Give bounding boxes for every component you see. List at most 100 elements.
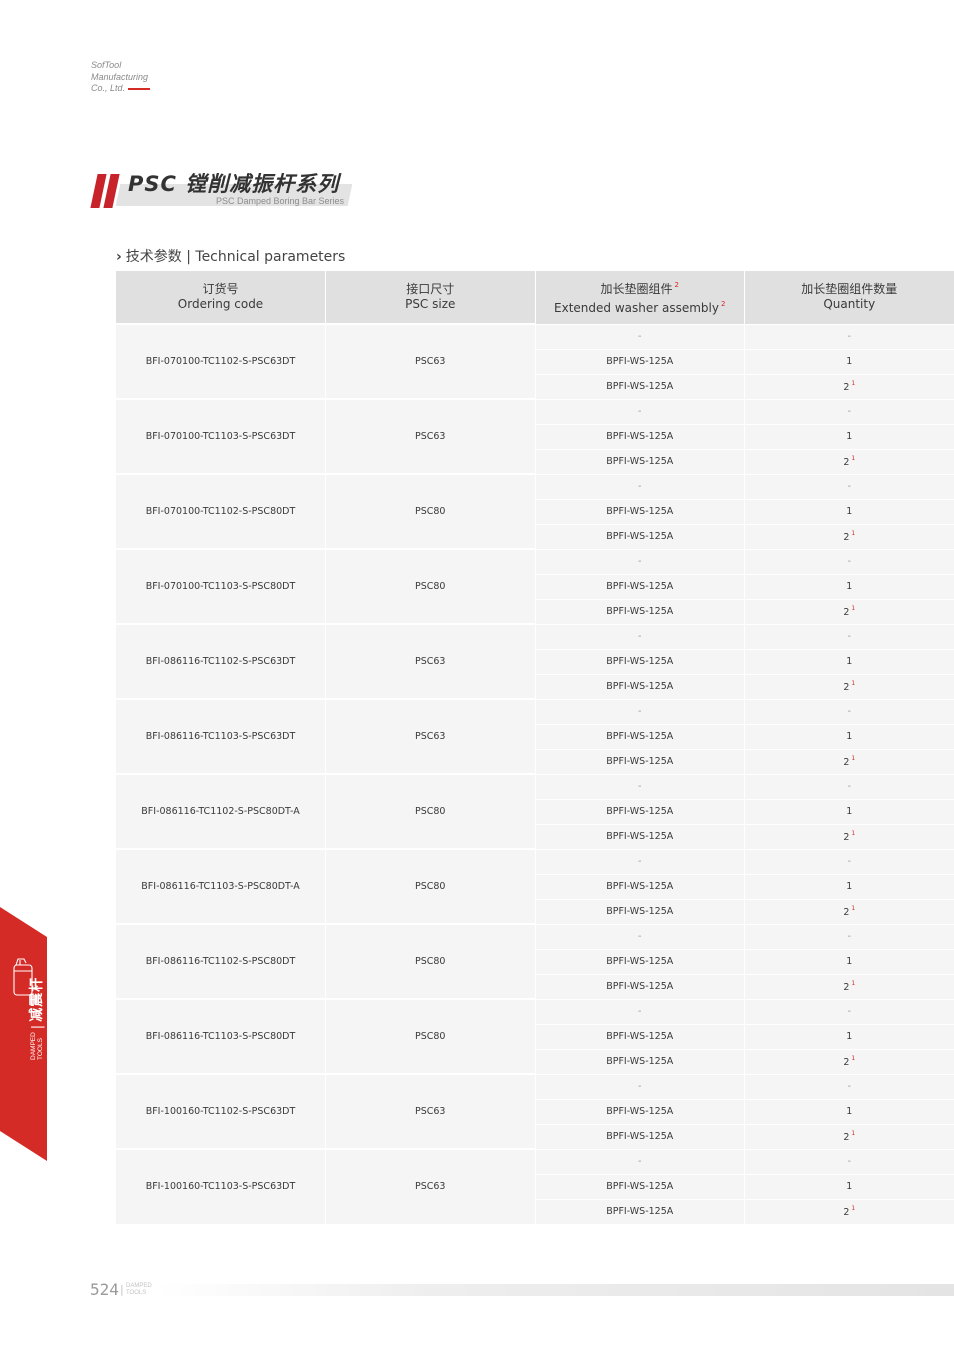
washer-assembly-cell: BPFI-WS-125A <box>535 423 745 449</box>
company-line-1: SofTool <box>91 60 122 70</box>
quantity-value: 1 <box>846 431 853 442</box>
header-cn: 订货号 <box>202 282 239 296</box>
washer-assembly-cell: - <box>535 698 745 724</box>
footer-bar <box>156 1284 954 1296</box>
washer-assembly-cell: BPFI-WS-125A <box>535 348 745 374</box>
company-accent-bar <box>128 87 151 90</box>
washer-assembly-cell: BPFI-WS-125A <box>535 898 745 924</box>
side-tab-label: DAMPED TOOLS | 减震杆 <box>26 977 46 1060</box>
quantity-value: 2 <box>843 907 850 918</box>
quantity-value: 1 <box>846 1031 853 1042</box>
quantity-cell: - <box>744 848 954 874</box>
washer-assembly-cell: BPFI-WS-125A <box>535 648 745 674</box>
quantity-value: - <box>847 931 851 942</box>
quantity-cell: 21 <box>744 1198 954 1224</box>
page-footer: 524 | DAMPED TOOLS <box>90 1280 954 1302</box>
footnote-marker: 1 <box>851 1130 856 1137</box>
quantity-cell: - <box>744 398 954 424</box>
ordering-code-cell: BFI-070100-TC1102-S-PSC63DT <box>116 323 326 399</box>
chevron-right-icon: › <box>116 249 122 265</box>
quantity-value: 1 <box>846 581 853 592</box>
psc-size-cell: PSC63 <box>325 323 536 399</box>
banner-subtitle: PSC Damped Boring Bar Series <box>215 196 344 206</box>
quantity-cell: 1 <box>744 1098 954 1124</box>
quantity-value: 2 <box>843 982 850 993</box>
header-quantity: 加长垫圈组件数量 Quantity <box>744 271 954 324</box>
psc-size-cell: PSC80 <box>325 473 536 549</box>
quantity-value: 2 <box>843 1132 850 1143</box>
quantity-value: - <box>847 781 851 792</box>
psc-size-cell: PSC80 <box>325 548 536 624</box>
quantity-cell: 21 <box>744 898 954 924</box>
header-cn: 接口尺寸 <box>406 282 455 296</box>
quantity-value: - <box>847 1006 851 1017</box>
section-title: 技术参数 | Technical parameters <box>125 249 346 265</box>
washer-assembly-cell: - <box>535 473 745 499</box>
header-extended-washer-assembly: 加长垫圈组件 2 Extended washer assembly 2 <box>535 271 745 324</box>
washer-assembly-cell: - <box>535 923 745 949</box>
quantity-value: - <box>847 631 851 642</box>
washer-assembly-cell: BPFI-WS-125A <box>535 748 745 774</box>
company-line-2: Manufacturing <box>91 71 149 82</box>
quantity-cell: - <box>744 923 954 949</box>
footnote-marker: 1 <box>851 455 856 462</box>
quantity-value: 1 <box>846 506 853 517</box>
quantity-cell: - <box>744 473 954 499</box>
quantity-value: - <box>847 706 851 717</box>
table-row: BFI-070100-TC1103-S-PSC80DT PSC80- - <box>116 548 954 624</box>
quantity-cell: - <box>744 698 954 724</box>
table-row: BFI-086116-TC1103-S-PSC63DT PSC63- - <box>116 698 954 774</box>
quantity-value: - <box>847 556 851 567</box>
ordering-code-cell: BFI-100160-TC1103-S-PSC63DT <box>116 1148 326 1224</box>
quantity-value: 1 <box>846 956 853 967</box>
washer-assembly-cell: - <box>535 998 745 1024</box>
ordering-code-cell: BFI-100160-TC1102-S-PSC63DT <box>116 1073 326 1149</box>
quantity-cell: 21 <box>744 523 954 549</box>
header-en: Extended washer assembly 2 <box>554 300 726 316</box>
footnote-marker: 2 <box>720 300 726 309</box>
washer-assembly-cell: BPFI-WS-125A <box>535 1123 745 1149</box>
washer-assembly-cell: - <box>535 1073 745 1099</box>
quantity-cell: - <box>744 548 954 574</box>
quantity-cell: - <box>744 1073 954 1099</box>
quantity-cell: 21 <box>744 448 954 474</box>
washer-assembly-cell: BPFI-WS-125A <box>535 1173 745 1199</box>
page-number: 524 <box>90 1280 119 1299</box>
psc-size-cell: PSC80 <box>325 848 536 924</box>
header-en: Quantity <box>823 297 876 312</box>
quantity-cell: - <box>744 1148 954 1174</box>
footnote-marker: 1 <box>851 980 856 987</box>
psc-size-cell: PSC63 <box>325 698 536 774</box>
footer-tag: DAMPED TOOLS <box>126 1283 152 1296</box>
washer-assembly-cell: BPFI-WS-125A <box>535 1048 745 1074</box>
footnote-marker: 1 <box>851 905 856 912</box>
washer-assembly-cell: BPFI-WS-125A <box>535 823 745 849</box>
side-tab-en: DAMPED TOOLS <box>29 1032 44 1060</box>
quantity-value: - <box>847 406 851 417</box>
table-row: BFI-070100-TC1103-S-PSC63DT PSC63- - <box>116 398 954 474</box>
table-header-row: 订货号 Ordering code 接口尺寸 PSC size 加长垫圈组件 2 … <box>116 271 954 324</box>
quantity-cell: 1 <box>744 948 954 974</box>
quantity-value: - <box>847 1156 851 1167</box>
washer-assembly-cell: - <box>535 623 745 649</box>
company-line-3: Co., Ltd. <box>91 83 151 95</box>
header-cn: 加长垫圈组件 2 <box>600 281 679 297</box>
ordering-code-cell: BFI-086116-TC1103-S-PSC63DT <box>116 698 326 774</box>
table-row: BFI-086116-TC1102-S-PSC63DT PSC63- - <box>116 623 954 699</box>
banner-title: PSC 镗削减振杆系列 <box>128 172 340 196</box>
quantity-value: 1 <box>846 656 853 667</box>
quantity-value: 2 <box>843 532 850 543</box>
psc-size-cell: PSC63 <box>325 623 536 699</box>
quantity-cell: 21 <box>744 823 954 849</box>
quantity-cell: 1 <box>744 798 954 824</box>
washer-assembly-cell: - <box>535 1148 745 1174</box>
quantity-value: 2 <box>843 457 850 468</box>
washer-assembly-cell: - <box>535 848 745 874</box>
washer-assembly-cell: BPFI-WS-125A <box>535 798 745 824</box>
washer-assembly-cell: BPFI-WS-125A <box>535 373 745 399</box>
table-row: BFI-086116-TC1102-S-PSC80DT PSC80- - <box>116 923 954 999</box>
quantity-cell: 1 <box>744 423 954 449</box>
quantity-cell: - <box>744 773 954 799</box>
quantity-cell: 21 <box>744 973 954 999</box>
washer-assembly-cell: BPFI-WS-125A <box>535 973 745 999</box>
